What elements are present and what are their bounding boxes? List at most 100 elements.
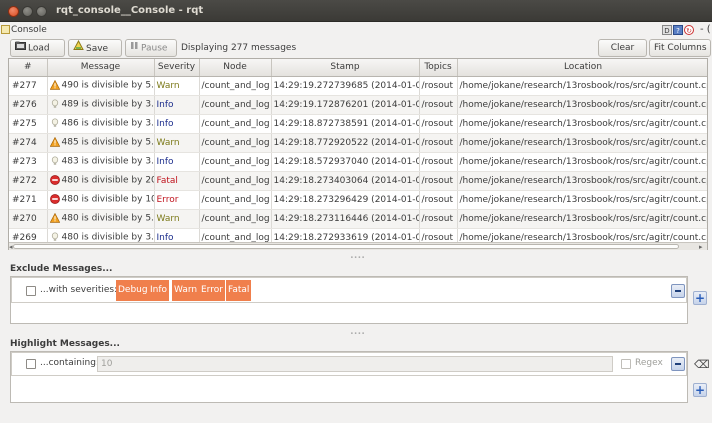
column-header-id[interactable]: # (9, 59, 48, 77)
dock-title: Console (11, 25, 47, 35)
message-text: 480 is divisible by 5. (61, 213, 154, 224)
column-header-node[interactable]: Node (199, 59, 272, 77)
warn-icon (49, 80, 60, 90)
cell-topics: /rosout (419, 152, 458, 172)
window-close-button[interactable] (8, 6, 19, 17)
table-row[interactable]: #274 485 is divisible by 5. Warn/count_and… (9, 133, 707, 153)
clear-button[interactable]: Clear (598, 39, 647, 57)
cell-id: #272 (9, 171, 48, 191)
cell-location: /home/jokane/research/13rosbook/ros/src/… (457, 95, 707, 115)
scroll-right-icon[interactable]: ▸ (699, 243, 703, 251)
cell-message: 480 is divisible by 10. (47, 190, 155, 210)
dock-config-icon[interactable]: D (662, 25, 672, 35)
cell-severity: Warn (154, 133, 200, 153)
cell-location: /home/jokane/research/13rosbook/ros/src/… (457, 114, 707, 134)
message-count-status: Displaying 277 messages (181, 43, 297, 53)
dock-close-button[interactable]: - ( (700, 24, 711, 35)
table-row[interactable]: #271 480 is divisible by 10. Error/count_a… (9, 190, 707, 210)
cell-severity: Info (154, 95, 200, 115)
column-header-message[interactable]: Message (47, 59, 155, 77)
table-horizontal-scrollbar[interactable]: ◂ ▸ (9, 242, 707, 251)
cell-stamp: 14:29:18.273403064 (2014-01-03) (271, 171, 420, 191)
scroll-left-icon[interactable]: ◂ (9, 243, 13, 251)
highlight-filter-box: ...containing: 10 Regex (10, 351, 688, 403)
console-dock-icon (1, 25, 10, 34)
highlight-filter-row: ...containing: 10 Regex (11, 352, 687, 376)
table-row[interactable]: #273 483 is divisible by 3. Info/count_and… (9, 152, 707, 172)
cell-node: /count_and_log (199, 152, 272, 172)
add-highlight-filter-button[interactable]: + (693, 383, 707, 397)
containing-text-field[interactable]: 10 (97, 356, 613, 372)
fit-columns-button[interactable]: Fit Columns (649, 39, 711, 57)
window-titlebar: rqt_console__Console - rqt (0, 0, 712, 22)
cell-topics: /rosout (419, 209, 458, 229)
table-vertical-scrollbar[interactable] (702, 58, 708, 250)
eraser-icon[interactable]: ⌫ (694, 358, 710, 372)
save-label: Save (86, 44, 109, 54)
reload-icon[interactable]: ↻ (684, 25, 694, 35)
cell-location: /home/jokane/research/13rosbook/ros/src/… (457, 171, 707, 191)
remove-highlight-filter-button[interactable] (671, 357, 685, 371)
cell-severity: Error (154, 190, 200, 210)
severity-chip-fatal[interactable]: Fatal (226, 280, 252, 301)
splitter-handle[interactable]: ∙∙∙∙ (350, 255, 365, 261)
info-icon (50, 118, 60, 128)
containing-label: ...containing: (40, 358, 99, 368)
column-header-location[interactable]: Location (457, 59, 707, 77)
cell-location: /home/jokane/research/13rosbook/ros/src/… (457, 133, 707, 153)
cell-id: #277 (9, 76, 48, 96)
remove-exclude-filter-button[interactable] (671, 284, 685, 298)
severity-chip-warn[interactable]: Warn (172, 280, 200, 301)
splitter-handle-2[interactable]: ∙∙∙∙ (350, 331, 365, 337)
severity-chip-info[interactable]: Info (148, 280, 170, 301)
table-row[interactable]: #272 480 is divisible by 20. Fatal/count_a… (9, 171, 707, 191)
cell-message: 486 is divisible by 3. (47, 114, 155, 134)
info-icon (50, 156, 60, 166)
column-header-topics[interactable]: Topics (419, 59, 458, 77)
cell-topics: /rosout (419, 190, 458, 210)
cell-location: /home/jokane/research/13rosbook/ros/src/… (457, 76, 707, 96)
cell-stamp: 14:29:19.272739685 (2014-01-03) (271, 76, 420, 96)
cell-node: /count_and_log (199, 171, 272, 191)
help-icon[interactable]: ? (673, 25, 683, 35)
regex-checkbox[interactable] (621, 359, 631, 369)
message-table[interactable]: # Message Severity Node Stamp Topics Loc… (8, 58, 708, 250)
cell-severity: Warn (154, 76, 200, 96)
severity-filter-label: ...with severities: (40, 285, 118, 295)
cell-id: #274 (9, 133, 48, 153)
table-row[interactable]: #270 480 is divisible by 5. Warn/count_and… (9, 209, 707, 229)
window-minimize-button[interactable] (22, 6, 33, 17)
message-text: 490 is divisible by 5. (61, 80, 154, 91)
severity-filter-checkbox[interactable] (26, 286, 36, 296)
save-button[interactable]: Save (68, 39, 122, 57)
cell-node: /count_and_log (199, 95, 272, 115)
regex-label: Regex (635, 358, 663, 368)
window-maximize-button[interactable] (36, 6, 47, 17)
scrollbar-thumb[interactable] (13, 244, 679, 249)
highlight-filter-checkbox[interactable] (26, 359, 36, 369)
severity-chip-error[interactable]: Error (199, 280, 225, 301)
severity-chip-debug[interactable]: Debug (116, 280, 150, 301)
column-header-stamp[interactable]: Stamp (271, 59, 420, 77)
cell-stamp: 14:29:18.273296429 (2014-01-03) (271, 190, 420, 210)
info-icon (50, 99, 60, 109)
pause-label: Pause (141, 43, 168, 54)
info-icon (50, 232, 60, 242)
severity-filter-row: ...with severities: Debug Info Warn Error Fa… (11, 277, 687, 303)
cell-message: 483 is divisible by 3. (47, 152, 155, 172)
cell-id: #273 (9, 152, 48, 172)
cell-severity: Fatal (154, 171, 200, 191)
table-row[interactable]: #276 489 is divisible by 3. Info/count_and… (9, 95, 707, 115)
table-row[interactable]: #277 490 is divisible by 5. Warn/count_and… (9, 76, 707, 96)
table-row[interactable]: #275 486 is divisible by 3. Info/count_and… (9, 114, 707, 134)
cell-node: /count_and_log (199, 209, 272, 229)
cell-id: #270 (9, 209, 48, 229)
add-exclude-filter-button[interactable]: + (693, 291, 707, 305)
column-header-severity[interactable]: Severity (154, 59, 200, 77)
pause-button[interactable]: Pause (125, 39, 177, 57)
cell-severity: Warn (154, 209, 200, 229)
message-text: 489 is divisible by 3. (61, 99, 154, 110)
load-button[interactable]: Load (10, 39, 65, 57)
dock-title-bar: Console D? ↻ - ( (0, 22, 712, 38)
cell-message: 490 is divisible by 5. (47, 76, 155, 96)
